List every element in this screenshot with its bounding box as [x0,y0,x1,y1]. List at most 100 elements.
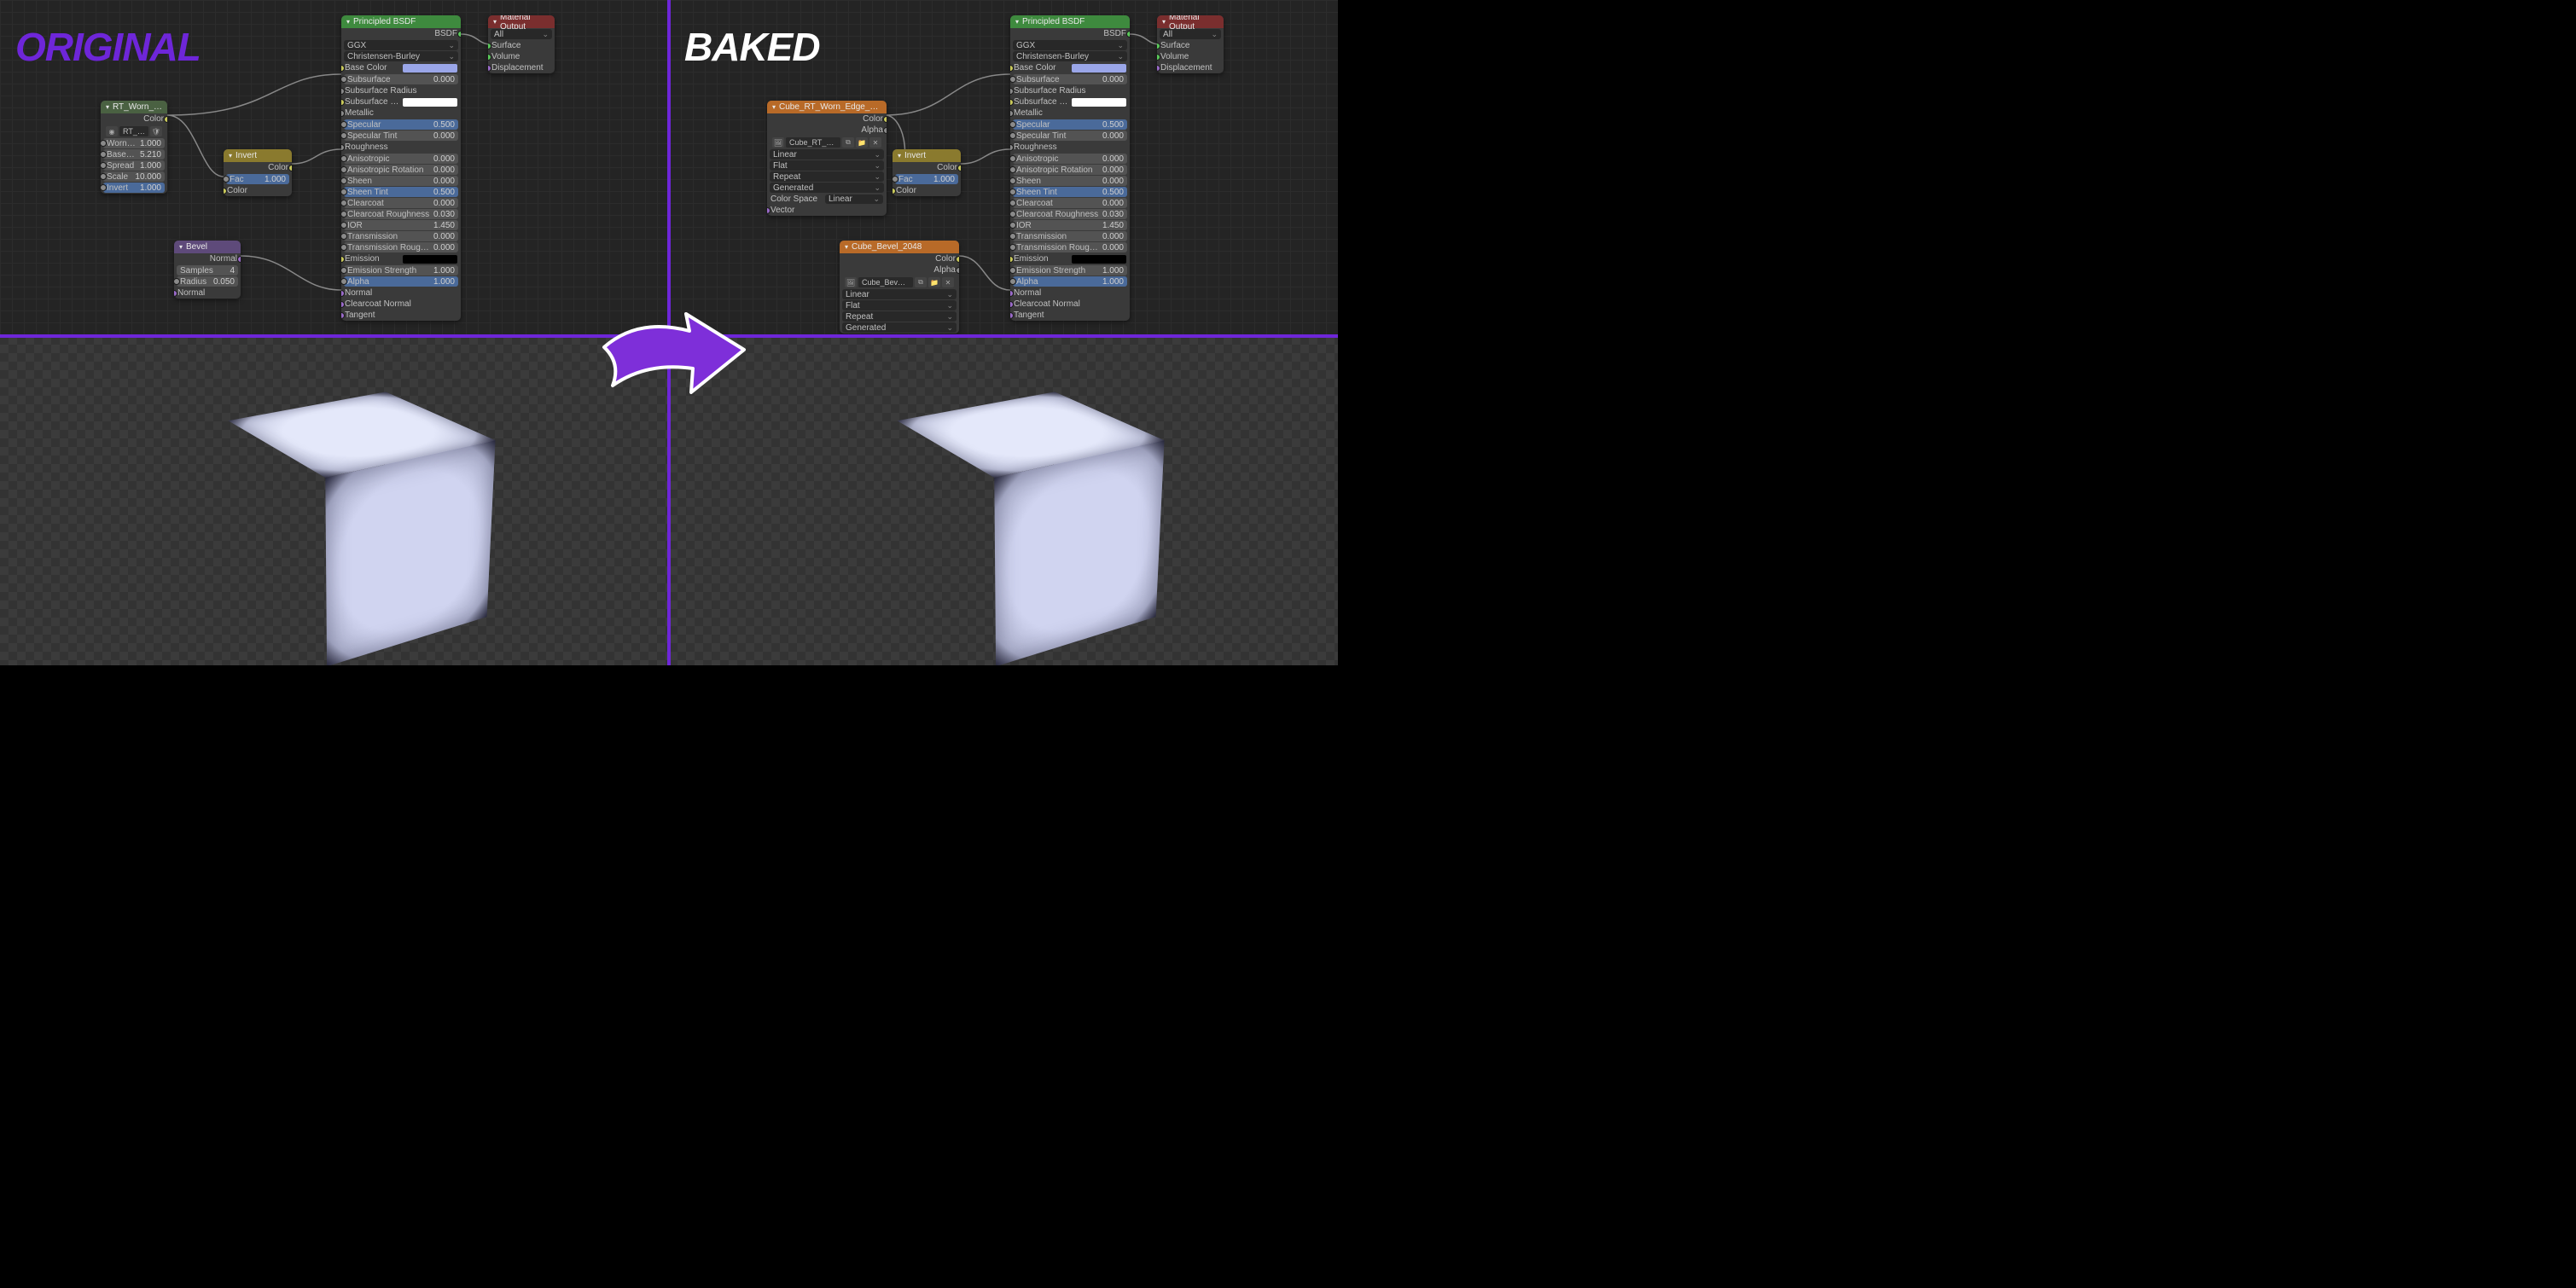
prop-clearcoat-normal: Clearcoat Normal [1010,299,1130,310]
prop-base-wi[interactable]: Base Wi5.210 [103,149,165,160]
interp-dropdown[interactable]: Linear [770,149,884,160]
node-material-output[interactable]: ▾Material Output All Surface Volume Disp… [1157,15,1224,73]
open-icon[interactable]: 📁 [928,277,940,287]
prop-invert[interactable]: Invert1.000 [103,183,165,193]
prop-clearcoat-roughness[interactable]: Clearcoat Roughness0.030 [344,209,458,219]
datablock-icon[interactable]: ◉ [106,126,118,136]
collapse-icon[interactable]: ▾ [1015,18,1019,26]
prop-transmission[interactable]: Transmission0.000 [1013,231,1127,241]
prop-anisotropic-rotation[interactable]: Anisotropic Rotation0.000 [1013,165,1127,175]
distribution-dropdown[interactable]: GGX [1013,40,1127,50]
node-principled-bsdf[interactable]: ▾Principled BSDF BSDF GGX Christensen-Bu… [1010,15,1130,321]
prop-subsurface-c-[interactable]: Subsurface C.. [341,96,461,107]
prop-spread[interactable]: Spread1.000 [103,160,165,171]
collapse-icon[interactable]: ▾ [346,18,350,26]
sss-method-dropdown[interactable]: Christensen-Burley [1013,51,1127,61]
prop-roughness: Roughness [341,142,461,153]
prop-ior[interactable]: IOR1.450 [344,220,458,230]
image-datablock[interactable]: 🖼 Cube_Bevel_20... ⧉ 📁 ✕ [842,276,957,288]
viewport-baked[interactable] [669,336,1338,665]
prop-specular-tint[interactable]: Specular Tint0.000 [344,131,458,141]
image-icon[interactable]: 🖼 [772,137,784,148]
node-image-texture-mask[interactable]: ▾Cube_RT_Worn_Edge_Mask_2048 Color Alpha… [767,101,887,216]
fac-slider[interactable]: Fac1.000 [226,174,289,184]
node-invert[interactable]: ▾Invert Color Fac1.000 Color [893,149,961,196]
prop-specular-tint[interactable]: Specular Tint0.000 [1013,131,1127,141]
node-image-texture-bevel[interactable]: ▾Cube_Bevel_2048 Color Alpha 🖼 Cube_Beve… [840,241,959,334]
prop-transmission-roughness[interactable]: Transmission Roughness0.000 [1013,242,1127,252]
node-editor-original[interactable]: ORIGINAL ▾Principled BSDF BSDF GGX Chris… [0,0,669,334]
prop-specular[interactable]: Specular0.500 [1013,119,1127,130]
node-invert[interactable]: ▾Invert Color Fac1.000 Color [224,149,292,196]
prop-alpha[interactable]: Alpha1.000 [1013,276,1127,287]
image-icon[interactable]: 🖼 [845,277,857,287]
fake-user-icon[interactable]: 🛡 [150,126,162,136]
node-principled-bsdf[interactable]: ▾Principled BSDF BSDF GGX Christensen-Bu… [341,15,461,321]
viewport-original[interactable] [0,336,669,665]
users-icon[interactable]: ⧉ [915,277,927,287]
extension-dropdown[interactable]: Repeat [842,311,957,322]
collapse-icon[interactable]: ▾ [898,152,901,160]
prop-anisotropic-rotation[interactable]: Anisotropic Rotation0.000 [344,165,458,175]
prop-scale[interactable]: Scale10.000 [103,171,165,182]
prop-base-color[interactable]: Base Color [341,62,461,73]
prop-worn-eff[interactable]: Worn Eff1.000 [103,138,165,148]
prop-transmission[interactable]: Transmission0.000 [344,231,458,241]
node-bevel[interactable]: ▾Bevel Normal Samples4 Radius0.050 Norma… [174,241,241,299]
prop-clearcoat-roughness[interactable]: Clearcoat Roughness0.030 [1013,209,1127,219]
prop-emission-strength[interactable]: Emission Strength1.000 [1013,265,1127,276]
prop-anisotropic[interactable]: Anisotropic0.000 [1013,154,1127,164]
image-datablock[interactable]: 🖼 Cube_RT_Worn... ⧉ 📁 ✕ [770,136,884,148]
prop-emission[interactable]: Emission [1010,253,1130,264]
prop-clearcoat[interactable]: Clearcoat0.000 [1013,198,1127,208]
prop-emission[interactable]: Emission [341,253,461,264]
prop-base-color[interactable]: Base Color [1010,62,1130,73]
projection-dropdown[interactable]: Flat [770,160,884,171]
node-worn-edge-group[interactable]: ▾RT_Worn_Edge... Color ◉ RT_Worn... 🛡 Wo… [101,101,167,194]
fac-slider[interactable]: Fac1.000 [895,174,958,184]
prop-sheen-tint[interactable]: Sheen Tint0.500 [1013,187,1127,197]
sss-method-dropdown[interactable]: Christensen-Burley [344,51,458,61]
target-dropdown[interactable]: All [491,29,552,39]
node-material-output[interactable]: ▾Material Output All Surface Volume Disp… [488,15,555,73]
prop-sheen[interactable]: Sheen0.000 [344,176,458,186]
datablock-selector[interactable]: ◉ RT_Worn... 🛡 [103,125,165,137]
extension-dropdown[interactable]: Repeat [770,171,884,182]
colorspace-dropdown[interactable]: Linear [825,194,883,204]
unlink-icon[interactable]: ✕ [869,137,881,148]
users-icon[interactable]: ⧉ [842,137,854,148]
collapse-icon[interactable]: ▾ [229,152,232,160]
prop-ior[interactable]: IOR1.450 [1013,220,1127,230]
samples-field[interactable]: Samples4 [177,265,238,276]
distribution-dropdown[interactable]: GGX [344,40,458,50]
collapse-icon[interactable]: ▾ [106,103,109,111]
prop-specular[interactable]: Specular0.500 [344,119,458,130]
prop-anisotropic[interactable]: Anisotropic0.000 [344,154,458,164]
projection-dropdown[interactable]: Flat [842,300,957,310]
open-icon[interactable]: 📁 [856,137,868,148]
prop-subsurface[interactable]: Subsurface0.000 [344,74,458,84]
prop-subsurface[interactable]: Subsurface0.000 [1013,74,1127,84]
node-editor-baked[interactable]: BAKED ▾Principled BSDF BSDF GGX Christen… [669,0,1338,334]
prop-emission-strength[interactable]: Emission Strength1.000 [344,265,458,276]
source-dropdown[interactable]: Generated [842,322,957,333]
prop-normal: Normal [1010,287,1130,299]
prop-sheen[interactable]: Sheen0.000 [1013,176,1127,186]
target-dropdown[interactable]: All [1160,29,1221,39]
transition-arrow [587,300,758,405]
radius-field[interactable]: Radius0.050 [177,276,238,287]
collapse-icon[interactable]: ▾ [493,18,497,26]
collapse-icon[interactable]: ▾ [845,243,848,251]
collapse-icon[interactable]: ▾ [179,243,183,251]
prop-subsurface-c-[interactable]: Subsurface C.. [1010,96,1130,107]
prop-transmission-roughness[interactable]: Transmission Roughness0.000 [344,242,458,252]
prop-clearcoat[interactable]: Clearcoat0.000 [344,198,458,208]
unlink-icon[interactable]: ✕ [942,277,954,287]
prop-metallic: Metallic [1010,107,1130,119]
collapse-icon[interactable]: ▾ [772,103,776,111]
source-dropdown[interactable]: Generated [770,183,884,193]
interp-dropdown[interactable]: Linear [842,289,957,299]
prop-alpha[interactable]: Alpha1.000 [344,276,458,287]
prop-sheen-tint[interactable]: Sheen Tint0.500 [344,187,458,197]
collapse-icon[interactable]: ▾ [1162,18,1166,26]
